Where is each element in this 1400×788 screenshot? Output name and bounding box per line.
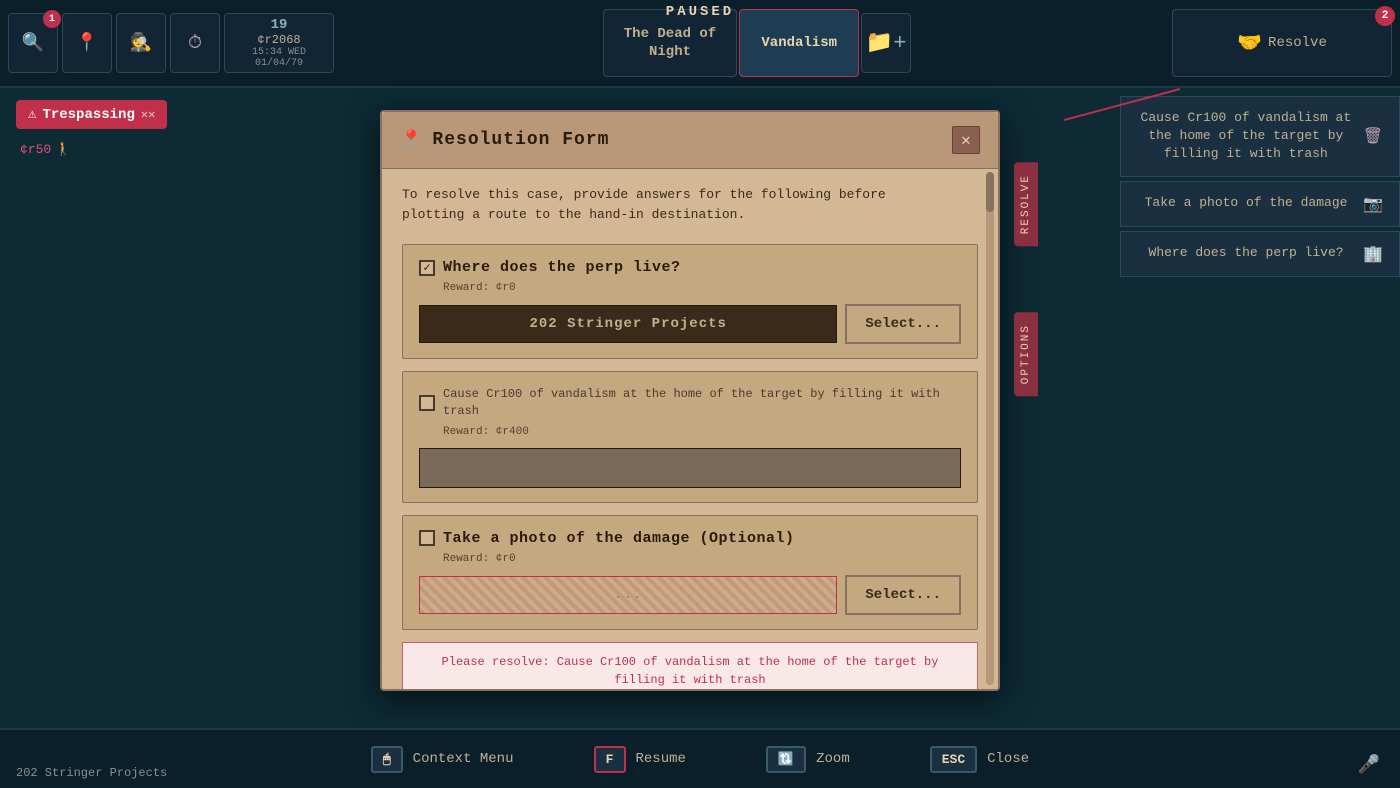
mouse-icon: 🖱 [371, 746, 403, 773]
resolve-side-tab[interactable]: RESOLVE [1014, 162, 1038, 246]
photo-reward: Reward: ¢r0 [419, 553, 961, 565]
right-panel-trash-text: Cause Cr100 of vandalism at the home of … [1137, 109, 1355, 164]
trespass-cost-value: ¢r50 [20, 142, 51, 157]
tab-vandalism-label: Vandalism [761, 35, 837, 51]
scrollbar-thumb[interactable] [986, 172, 994, 212]
warning-icon: ⚠ [28, 106, 36, 123]
modal-body: To resolve this case, provide answers fo… [382, 169, 998, 689]
scrollbar-track[interactable] [986, 172, 994, 685]
folder-plus-icon: 📁+ [866, 30, 907, 56]
perp-live-reward: Reward: ¢r0 [419, 282, 961, 294]
esc-key-badge: ESC [930, 746, 977, 773]
stats-display: 19 ¢r2068 15:34 WED 01/04/79 [224, 13, 334, 73]
trespassing-badge: ⚠ Trespassing ✕✕ [16, 100, 167, 129]
map-pin-icon: 📍 [76, 32, 98, 54]
person-icon-btn[interactable]: 🕵 [116, 13, 166, 73]
resolve-button[interactable]: 🤝 Resolve 2 [1172, 9, 1392, 77]
bottom-bar: 🖱 Context Menu F Resume 🔃 Zoom ESC Close [0, 728, 1400, 788]
photo-row: ... Select... [419, 575, 961, 615]
perp-live-label: Where does the perp live? [443, 259, 681, 276]
vandalism-label: Cause Cr100 of vandalism at the home of … [443, 386, 961, 420]
section-perp-header: Where does the perp live? [419, 259, 961, 276]
new-tab-btn[interactable]: 📁+ [861, 13, 911, 73]
form-section-photo: Take a photo of the damage (Optional) Re… [402, 515, 978, 630]
building-icon: 🏢 [1363, 244, 1383, 264]
handshake-icon: 🤝 [1237, 30, 1262, 56]
close-x-icon: ✕ [961, 130, 971, 150]
close-action[interactable]: ESC Close [890, 746, 1069, 773]
context-menu-action[interactable]: 🖱 Context Menu [331, 746, 554, 773]
camera-icon: 📷 [1363, 194, 1383, 214]
trespass-x-icon: ✕✕ [141, 107, 155, 122]
badge-2: 2 [1375, 6, 1395, 26]
stats-currency: ¢r2068 [257, 33, 300, 47]
stats-number: 19 [271, 17, 288, 33]
person-icon: 🕵 [130, 32, 152, 54]
stats-time: 15:34 WED 01/04/79 [229, 47, 329, 69]
section-vandalism-header: Cause Cr100 of vandalism at the home of … [419, 386, 961, 420]
close-label: Close [987, 751, 1029, 767]
section-photo-header: Take a photo of the damage (Optional) [419, 530, 961, 547]
photo-select-btn[interactable]: Select... [845, 575, 961, 615]
zoom-icon: 🔃 [766, 746, 806, 773]
badge-1: 1 [43, 10, 61, 28]
paused-label: PAUSED [666, 4, 734, 20]
vandalism-answer [419, 448, 961, 488]
right-panel-item-photo[interactable]: Take a photo of the damage 📷 [1120, 181, 1400, 227]
form-section-vandalism: Cause Cr100 of vandalism at the home of … [402, 371, 978, 503]
modal-inner: RESOLVE OPTIONS 📍 Resolution Form ✕ To r… [380, 110, 1000, 691]
resume-label: Resume [636, 751, 686, 767]
clock-icon: ⏱ [188, 33, 202, 54]
mic-icon: 🎤 [1358, 754, 1380, 776]
search-icon-btn[interactable]: 🔍 1 [8, 13, 58, 73]
trespass-cost: ¢r50 🚶 [20, 142, 71, 157]
right-panel: Cause Cr100 of vandalism at the home of … [1120, 96, 1400, 277]
form-section-perp-live: Where does the perp live? Reward: ¢r0 20… [402, 244, 978, 359]
perp-live-answer: 202 Stringer Projects [419, 305, 837, 343]
right-panel-item-trash[interactable]: Cause Cr100 of vandalism at the home of … [1120, 96, 1400, 177]
photo-label: Take a photo of the damage (Optional) [443, 530, 795, 547]
error-message: Please resolve: Cause Cr100 of vandalism… [402, 642, 978, 689]
top-icons: 🔍 1 📍 🕵 ⏱ 19 ¢r2068 15:34 WED 01/04/79 [0, 5, 342, 81]
right-panel-perp-text: Where does the perp live? [1137, 244, 1355, 262]
resolve-label: Resolve [1268, 35, 1327, 51]
checkbox-vandalism[interactable] [419, 395, 435, 411]
zoom-action[interactable]: 🔃 Zoom [726, 746, 890, 773]
context-menu-label: Context Menu [413, 751, 514, 767]
trespassing-label: Trespassing [42, 107, 134, 123]
zoom-label: Zoom [816, 751, 850, 767]
search-icon: 🔍 [22, 32, 44, 54]
perp-live-row: 202 Stringer Projects Select... [419, 304, 961, 344]
top-bar: PAUSED 🔍 1 📍 🕵 ⏱ 19 ¢r2068 15:34 WED 01/… [0, 0, 1400, 88]
options-side-tab[interactable]: OPTIONS [1014, 312, 1038, 396]
modal-description: To resolve this case, provide answers fo… [402, 185, 978, 224]
right-panel-photo-text: Take a photo of the damage [1137, 194, 1355, 212]
error-text: Please resolve: Cause Cr100 of vandalism… [417, 653, 963, 689]
vandalism-reward: Reward: ¢r400 [419, 426, 961, 438]
tab-dead-of-night-label: The Dead of Night [624, 25, 716, 61]
trespass-person-icon: 🚶 [55, 142, 71, 157]
checkbox-perp-live[interactable] [419, 260, 435, 276]
perp-live-select-btn[interactable]: Select... [845, 304, 961, 344]
modal-title: Resolution Form [432, 130, 609, 150]
photo-answer: ... [419, 576, 837, 614]
modal-pin-icon: 📍 [400, 129, 422, 151]
tab-area: The Dead of Night Vandalism 📁+ [342, 9, 1172, 77]
checkbox-photo[interactable] [419, 530, 435, 546]
f-key-badge[interactable]: F [594, 746, 626, 773]
footer-location: 202 Stringer Projects [16, 766, 167, 780]
clock-icon-btn[interactable]: ⏱ [170, 13, 220, 73]
resolution-modal: RESOLVE OPTIONS 📍 Resolution Form ✕ To r… [380, 110, 1000, 691]
right-panel-item-perp[interactable]: Where does the perp live? 🏢 [1120, 231, 1400, 277]
resume-action[interactable]: F Resume [554, 746, 726, 773]
modal-close-button[interactable]: ✕ [952, 126, 980, 154]
map-pin-icon-btn[interactable]: 📍 [62, 13, 112, 73]
trash-icon: 🗑 [1363, 126, 1383, 146]
modal-header: 📍 Resolution Form ✕ [382, 112, 998, 169]
tab-vandalism[interactable]: Vandalism [739, 9, 859, 77]
